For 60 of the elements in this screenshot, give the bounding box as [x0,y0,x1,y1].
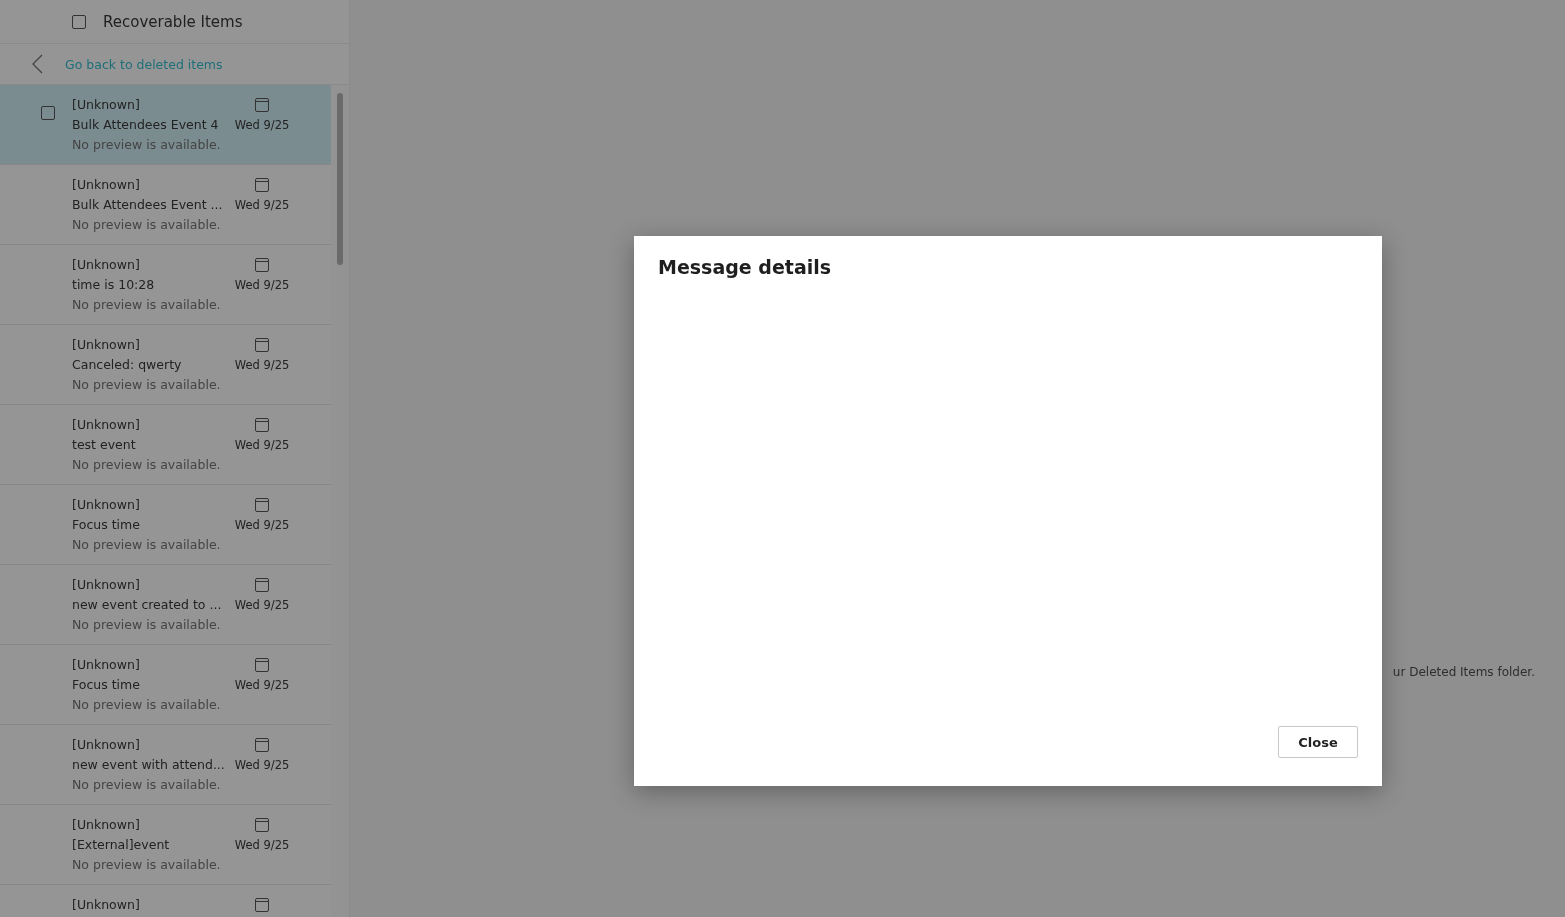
select-all-checkbox[interactable] [72,14,86,29]
calendar-icon [255,178,269,192]
subject-text: new event created to ... [72,596,223,614]
subject-text: test event [72,436,137,454]
preview-text: No preview is available. [72,856,222,874]
preview-text: No preview is available. [72,376,222,394]
calendar-icon [255,418,269,432]
sender-text: [Unknown] [72,256,141,274]
subject-text: Focus time [72,516,141,534]
preview-text: No preview is available. [72,136,222,154]
back-chevron-icon[interactable] [31,54,43,74]
preview-text: No preview is available. [72,616,222,634]
subject-text: time is 10:28 [72,276,156,294]
checkbox[interactable] [41,106,55,120]
subject-text: Focus time [72,676,141,694]
date-text: Wed 9/25 [233,357,291,374]
date-text: Wed 9/25 [233,677,291,694]
empty-folder-message: ur Deleted Items folder. [1392,665,1535,679]
preview-text: No preview is available. [72,536,222,554]
dialog-title: Message details [658,256,833,278]
date-text: Wed 9/25 [233,597,291,614]
subject-text: Bulk Attendees Event ... [72,196,224,214]
calendar-icon [255,338,269,352]
folder-title: Recoverable Items [103,12,243,31]
sender-text: [Unknown] [72,96,141,114]
subject-text: Bulk Attendees Event 4 [72,116,220,134]
preview-text: No preview is available. [72,296,222,314]
subject-text: Canceled: qwerty [72,356,183,374]
sender-text: [Unknown] [72,576,141,594]
date-text: Wed 9/25 [233,437,291,454]
calendar-icon [255,578,269,592]
sender-text: [Unknown] [72,656,141,674]
preview-text: No preview is available. [72,696,222,714]
calendar-icon [255,98,269,112]
calendar-icon [255,258,269,272]
date-text: Wed 9/25 [233,197,291,214]
sender-text: [Unknown] [72,176,141,194]
sender-text: [Unknown] [72,896,141,914]
date-text: Wed 9/25 [233,277,291,294]
date-text: Wed 9/25 [233,757,291,774]
sender-text: [Unknown] [72,736,141,754]
close-button[interactable]: Close [1278,726,1358,758]
preview-text: No preview is available. [72,456,222,474]
calendar-icon [255,658,269,672]
calendar-icon [255,738,269,752]
sender-text: [Unknown] [72,816,141,834]
preview-text: No preview is available. [72,776,222,794]
calendar-icon [255,898,269,912]
date-text: Wed 9/25 [233,117,291,134]
preview-text: No preview is available. [72,216,222,234]
date-text: Wed 9/25 [233,837,291,854]
message-item[interactable]: [Unknown] Bulk Attendees Event 4 No preview is available. Wed 9/25 [0,85,332,165]
sender-text: [Unknown] [72,416,141,434]
date-text: Wed 9/25 [233,517,291,534]
sender-text: [Unknown] [72,496,141,514]
calendar-icon [255,818,269,832]
sender-text: [Unknown] [72,336,141,354]
subject-text: new event with attend... [72,756,226,774]
subject-text: [External]event [72,836,171,854]
calendar-icon [255,498,269,512]
